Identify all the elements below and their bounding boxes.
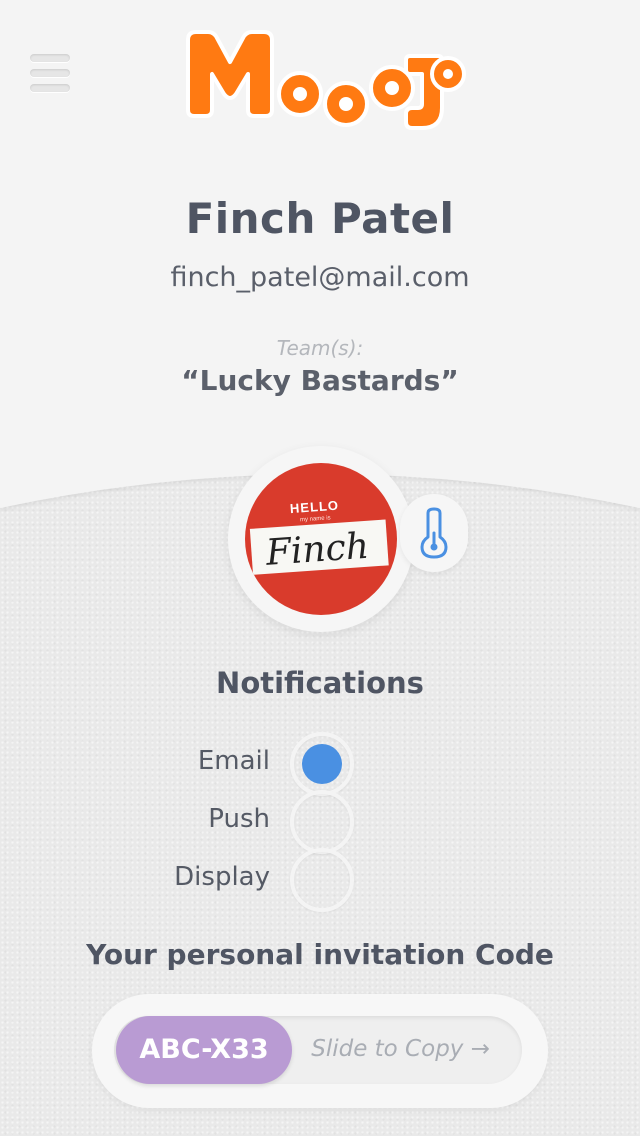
display-notification-toggle[interactable] — [290, 848, 354, 912]
teams-label: Team(s): — [276, 336, 364, 360]
invitation-code-knob[interactable]: ABC-X33 — [116, 1016, 292, 1084]
avatar-name-text: Finch — [264, 526, 371, 574]
notifications-title: Notifications — [216, 666, 424, 700]
avatar-image: HELLO my name is Finch — [245, 463, 397, 615]
toggle-selected-dot — [302, 744, 342, 784]
notification-label-display: Display — [174, 862, 270, 892]
notification-label-email: Email — [197, 746, 270, 776]
slide-to-copy-track[interactable]: Slide to Copy → ABC-X33 — [114, 1016, 522, 1084]
profile-name: Finch Patel — [185, 194, 455, 243]
avatar[interactable]: HELLO my name is Finch — [228, 446, 414, 632]
notification-option-push: Push — [0, 790, 640, 854]
notification-option-email: Email — [0, 732, 640, 796]
thermometer-icon — [420, 507, 448, 559]
profile-email: finch_patel@mail.com — [170, 262, 470, 293]
invitation-code-slider: Slide to Copy → ABC-X33 — [92, 994, 548, 1108]
invitation-title: Your personal invitation Code — [86, 938, 554, 971]
thermometer-button[interactable] — [400, 494, 468, 572]
notification-option-display: Display — [0, 848, 640, 912]
hamburger-menu-icon[interactable] — [28, 52, 72, 96]
team-name: “Lucky Bastards” — [181, 364, 459, 397]
push-notification-toggle[interactable] — [290, 790, 354, 854]
mooojo-logo — [178, 22, 468, 138]
notification-label-push: Push — [208, 804, 270, 834]
email-notification-toggle[interactable] — [290, 732, 354, 796]
slide-to-copy-hint: Slide to Copy → — [311, 1036, 490, 1062]
